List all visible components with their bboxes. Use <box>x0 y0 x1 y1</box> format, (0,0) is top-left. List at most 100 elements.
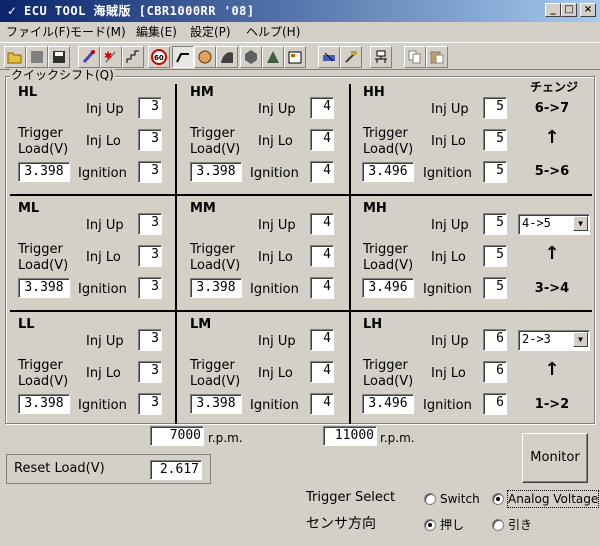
trigger-load-field[interactable]: 3.398 <box>18 162 70 182</box>
paste-icon[interactable] <box>426 46 448 68</box>
trigger-load-field[interactable]: 3.496 <box>362 394 414 414</box>
window-title: ECU TOOL 海賊版 [CBR1000RR '08] <box>24 4 255 18</box>
trigger-analog-radio[interactable] <box>492 493 504 505</box>
inj-up-field[interactable]: 3 <box>138 97 162 119</box>
trigger-label: Trigger <box>18 126 63 141</box>
sensor-push-radio[interactable] <box>424 519 436 531</box>
change-top-high: 6->7 <box>534 101 570 116</box>
reset-load-field[interactable]: 2.617 <box>150 460 202 480</box>
trigger-load-field[interactable]: 3.496 <box>362 278 414 298</box>
speed-limit-icon[interactable]: 60 <box>148 46 170 68</box>
menu-help[interactable]: ヘルプ(H) <box>246 24 300 40</box>
inj-lo-field[interactable]: 3 <box>138 129 162 151</box>
write-ecu-icon[interactable] <box>318 46 340 68</box>
inj-lo-field[interactable]: 4 <box>310 245 334 267</box>
change-top-low: 5->6 <box>534 164 570 179</box>
menu-settings[interactable]: 設定(P) <box>190 24 231 40</box>
menu-edit[interactable]: 編集(E) <box>136 24 177 40</box>
trigger-switch-radio[interactable] <box>424 493 436 505</box>
copy-icon[interactable] <box>404 46 426 68</box>
hexagon-icon[interactable] <box>240 46 262 68</box>
close-button[interactable]: × <box>580 3 596 17</box>
ignition-field[interactable]: 4 <box>310 277 334 299</box>
ignition-label: Ignition <box>423 398 472 413</box>
reset-load-label: Reset Load(V) <box>14 461 105 476</box>
trigger-select-label: Trigger Select <box>306 490 396 505</box>
shift-bot-select[interactable]: 2->3 ▼ <box>518 330 590 351</box>
trigger-label: Trigger <box>363 358 408 373</box>
trigger-label: Trigger <box>18 358 63 373</box>
rpm-high-field[interactable]: 11000 <box>323 426 377 446</box>
grid-divider <box>175 84 177 424</box>
inj-up-field[interactable]: 5 <box>483 213 507 235</box>
network-icon[interactable] <box>370 46 392 68</box>
inj-lo-field[interactable]: 5 <box>483 129 507 151</box>
ignition-field[interactable]: 3 <box>138 393 162 415</box>
inj-lo-field[interactable]: 4 <box>310 361 334 383</box>
ignition-field[interactable]: 4 <box>310 161 334 183</box>
cell-title: HH <box>361 85 387 100</box>
inj-up-label: Inj Up <box>431 334 469 349</box>
trigger-load-field[interactable]: 3.398 <box>18 394 70 414</box>
sensor-push-label: 押し <box>440 518 465 532</box>
load-label: Load(V) <box>190 258 241 273</box>
ignition-field[interactable]: 4 <box>310 393 334 415</box>
trigger-load-field[interactable]: 3.496 <box>362 162 414 182</box>
fuel-map-icon[interactable] <box>216 46 238 68</box>
sensor-pull-radio[interactable] <box>492 519 504 531</box>
spark-plug-icon[interactable] <box>78 46 100 68</box>
save-disk-icon[interactable] <box>48 46 70 68</box>
trigger-load-field[interactable]: 3.398 <box>190 278 242 298</box>
shift-mid-select[interactable]: 4->5 ▼ <box>518 214 590 235</box>
trigger-label: Trigger <box>190 358 235 373</box>
ignition-label: Ignition <box>423 282 472 297</box>
inj-lo-field[interactable]: 4 <box>310 129 334 151</box>
trigger-load-field[interactable]: 3.398 <box>190 394 242 414</box>
inj-up-label: Inj Up <box>431 218 469 233</box>
load-label: Load(V) <box>18 374 69 389</box>
change-bot-low: 1->2 <box>534 397 570 412</box>
ignition-field[interactable]: 3 <box>138 161 162 183</box>
inj-up-field[interactable]: 5 <box>483 97 507 119</box>
ignition-field[interactable]: 5 <box>483 277 507 299</box>
inj-up-field[interactable]: 3 <box>138 213 162 235</box>
inj-up-field[interactable]: 6 <box>483 329 507 351</box>
menu-mode[interactable]: モード(M) <box>70 24 126 40</box>
inj-up-label: Inj Up <box>431 102 469 117</box>
ignition-label: Ignition <box>78 166 127 181</box>
menu-file[interactable]: ファイル(F) <box>6 24 70 40</box>
quickshift-curve-icon[interactable] <box>172 46 194 68</box>
ignition-field[interactable]: 3 <box>138 277 162 299</box>
inj-up-field[interactable]: 4 <box>310 329 334 351</box>
triangle-icon[interactable] <box>262 46 284 68</box>
cell-title: ML <box>16 201 42 216</box>
inj-lo-label: Inj Lo <box>258 250 293 265</box>
up-arrow-icon: ↑ <box>544 243 560 264</box>
gauge-icon[interactable] <box>194 46 216 68</box>
inj-up-field[interactable]: 3 <box>138 329 162 351</box>
inj-lo-field[interactable]: 3 <box>138 245 162 267</box>
monitor-button[interactable]: Monitor <box>522 433 588 483</box>
step-chart-icon[interactable] <box>122 46 144 68</box>
inj-up-field[interactable]: 4 <box>310 213 334 235</box>
maximize-button[interactable]: □ <box>561 3 577 17</box>
inj-lo-field[interactable]: 6 <box>483 361 507 383</box>
chevron-down-icon[interactable]: ▼ <box>573 332 588 347</box>
inj-lo-label: Inj Lo <box>431 134 466 149</box>
chevron-down-icon[interactable]: ▼ <box>573 216 588 231</box>
ignition-field[interactable]: 5 <box>483 161 507 183</box>
inj-up-field[interactable]: 4 <box>310 97 334 119</box>
rpm-low-field[interactable]: 7000 <box>150 426 204 446</box>
inj-lo-label: Inj Lo <box>431 250 466 265</box>
inj-lo-field[interactable]: 3 <box>138 361 162 383</box>
spark-plug-red-icon[interactable]: ✱ <box>100 46 122 68</box>
ignition-field[interactable]: 6 <box>483 393 507 415</box>
open-folder-icon[interactable] <box>4 46 26 68</box>
settings-sheet-icon[interactable] <box>284 46 306 68</box>
minimize-button[interactable]: _ <box>545 3 561 17</box>
trigger-load-field[interactable]: 3.398 <box>190 162 242 182</box>
blank-page-icon[interactable] <box>26 46 48 68</box>
inj-lo-field[interactable]: 5 <box>483 245 507 267</box>
read-ecu-icon[interactable] <box>340 46 362 68</box>
trigger-load-field[interactable]: 3.398 <box>18 278 70 298</box>
